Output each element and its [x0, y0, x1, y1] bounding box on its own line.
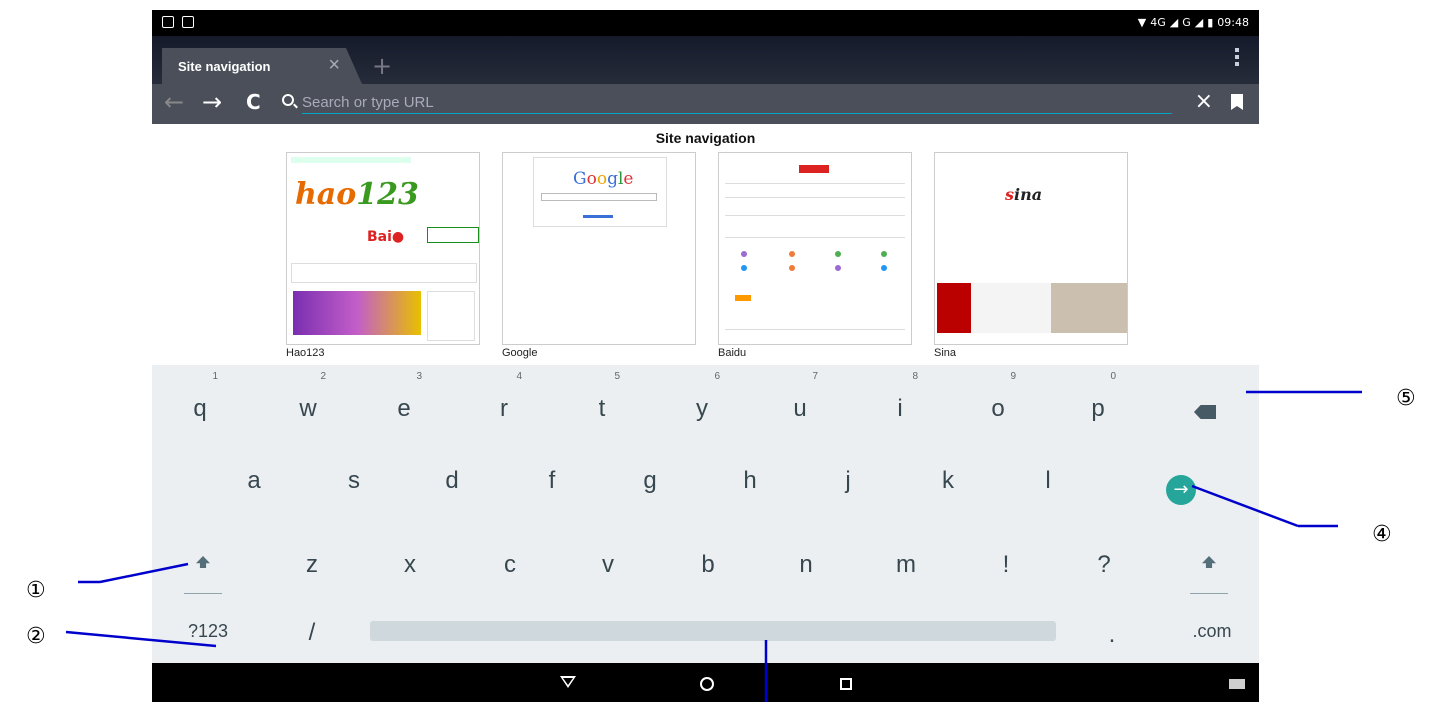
callout-1: ① — [26, 578, 46, 603]
callout-2: ② — [26, 624, 46, 649]
callout-4: ④ — [1372, 522, 1392, 547]
manual-figure: ▼ 4G ◢ G ◢ ▮ 09:48 Site navigation × + ←… — [0, 0, 1440, 702]
callout-lines — [65, 390, 1362, 702]
callout-5: ⑤ — [1396, 386, 1416, 411]
